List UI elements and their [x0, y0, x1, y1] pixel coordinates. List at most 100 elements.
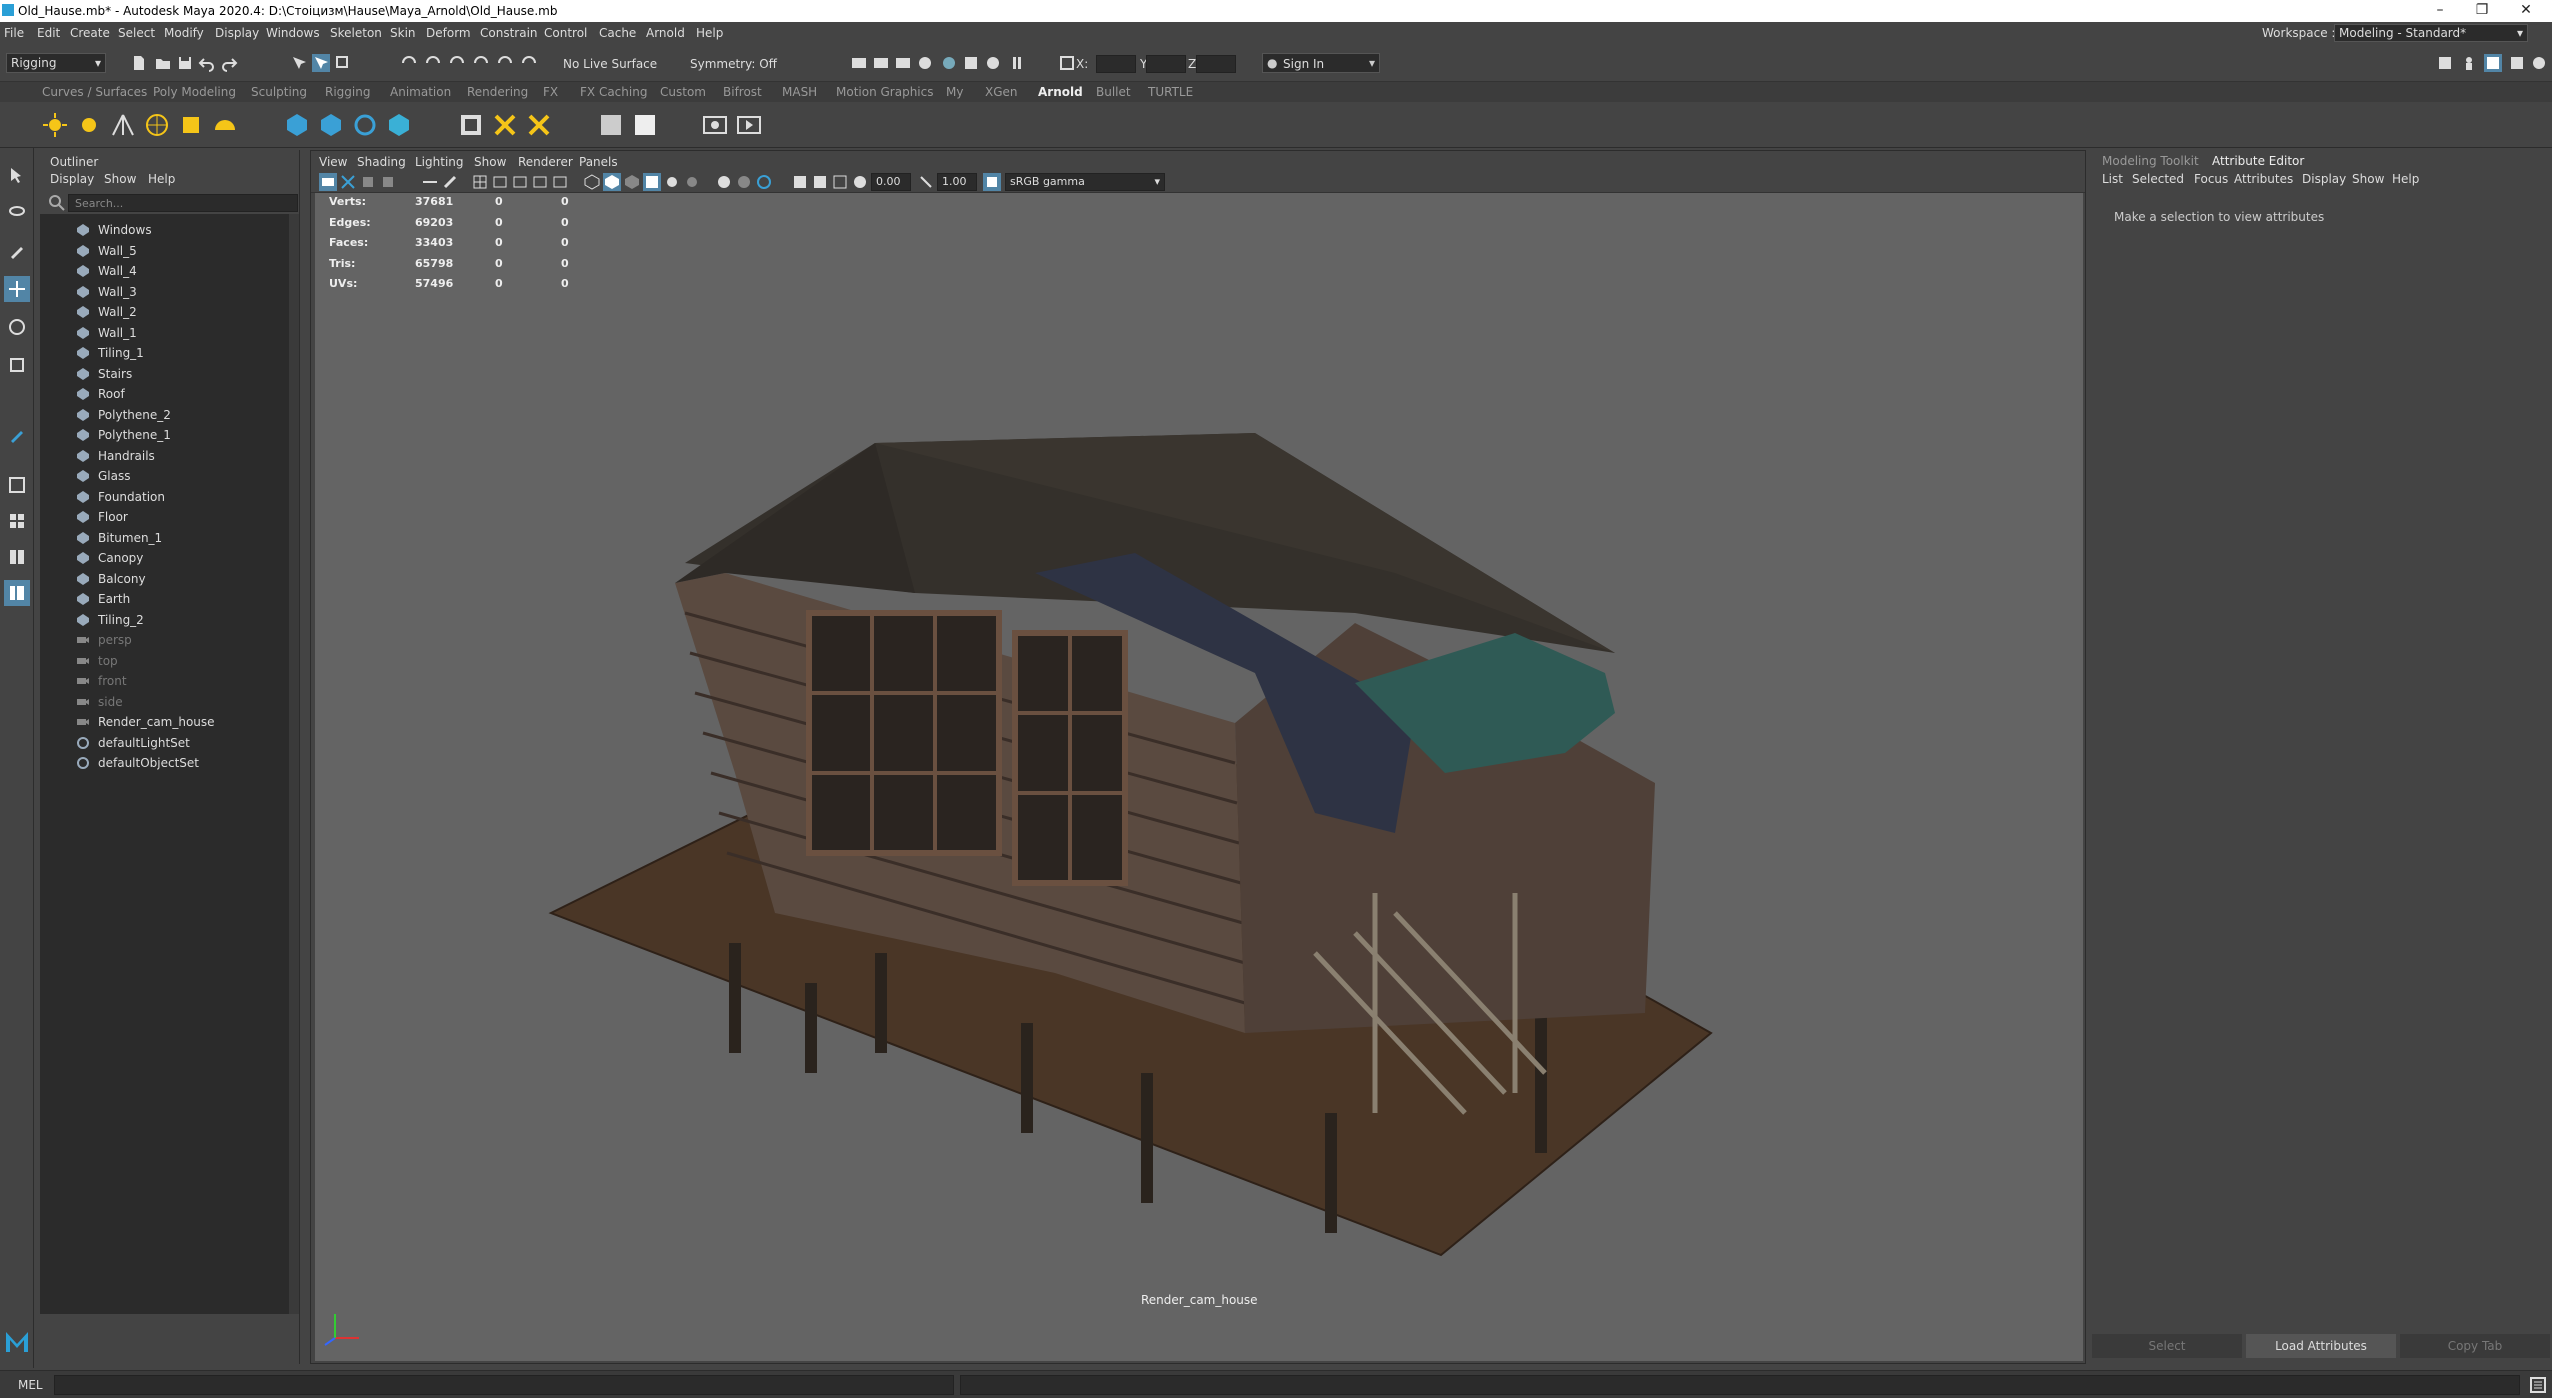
photometric-light-icon[interactable]	[108, 110, 138, 140]
grid-icon[interactable]	[471, 173, 489, 191]
pause-icon[interactable]	[1008, 54, 1026, 72]
outliner-item[interactable]: Polythene_1	[76, 425, 171, 445]
gate-mask-icon[interactable]	[531, 173, 549, 191]
shelf-tab-rigging[interactable]: Rigging	[325, 85, 370, 99]
ae-menu-list[interactable]: List	[2102, 172, 2123, 186]
outliner-menu-display[interactable]: Display	[50, 172, 94, 186]
load-attributes-button[interactable]: Load Attributes	[2246, 1334, 2396, 1358]
ae-menu-selected[interactable]: Selected	[2132, 172, 2184, 186]
snap-point-icon[interactable]	[448, 54, 466, 72]
twod-pan-zoom-icon[interactable]	[421, 173, 439, 191]
anti-aliasing-icon[interactable]	[831, 173, 849, 191]
shadows-icon[interactable]	[683, 173, 701, 191]
outliner-scrollbar[interactable]	[289, 214, 299, 1314]
outliner-layout-icon[interactable]	[4, 580, 30, 606]
outliner-item[interactable]: Wall_5	[76, 241, 137, 261]
lasso-tool-icon[interactable]	[4, 200, 30, 226]
toggle-modeling-toolkit-icon[interactable]	[2436, 54, 2454, 72]
preview-icon[interactable]	[700, 110, 730, 140]
outliner-item[interactable]: Render_cam_house	[76, 712, 215, 732]
shelf-tab-fx[interactable]: FX	[543, 85, 558, 99]
minimize-button[interactable]: –	[2418, 2, 2462, 20]
ae-menu-attributes[interactable]: Attributes	[2234, 172, 2293, 186]
menu-windows[interactable]: Windows	[266, 26, 320, 40]
gamma-field[interactable]: 1.00	[937, 173, 977, 191]
outliner-item[interactable]: defaultObjectSet	[76, 753, 199, 773]
viewport-menu-panels[interactable]: Panels	[579, 155, 618, 169]
outliner-item[interactable]: Tiling_2	[76, 610, 144, 630]
smooth-shade-icon[interactable]	[603, 173, 621, 191]
menu-skeleton[interactable]: Skeleton	[330, 26, 382, 40]
symmetry-dropdown[interactable]: Symmetry: Off	[690, 57, 777, 71]
3d-viewport[interactable]: Verts: 37681 0 0 Edges: 69203 0 0 Faces: 33403 0 0 T…	[315, 193, 2083, 1361]
menu-display[interactable]: Display	[215, 26, 259, 40]
select-hierarchy-icon[interactable]	[290, 54, 308, 72]
view-transform-dropdown[interactable]: sRGB gamma ▾	[1005, 173, 1165, 191]
render-sequence-icon[interactable]	[872, 54, 890, 72]
house-model[interactable]	[315, 193, 2083, 1361]
outliner-item[interactable]: persp	[76, 630, 132, 650]
snap-live-icon[interactable]	[496, 54, 514, 72]
outliner-item[interactable]: Tiling_1	[76, 343, 144, 363]
outliner-item[interactable]: Wall_3	[76, 282, 137, 302]
ipr-render-icon[interactable]	[894, 54, 912, 72]
xray-icon[interactable]	[735, 173, 753, 191]
copy-tab-button[interactable]: Copy Tab	[2400, 1334, 2550, 1358]
viewport-menu-shading[interactable]: Shading	[357, 155, 406, 169]
four-view-layout-icon[interactable]	[4, 508, 30, 534]
select-component-icon[interactable]	[334, 54, 352, 72]
snap-grid-icon[interactable]	[400, 54, 418, 72]
save-scene-icon[interactable]	[176, 54, 194, 72]
image-plane-icon[interactable]	[379, 173, 397, 191]
shelf-tab-arnold[interactable]: Arnold	[1038, 85, 1083, 99]
shelf-tab-curves-surfaces[interactable]: Curves / Surfaces	[42, 85, 147, 99]
viewport-menu-view[interactable]: View	[319, 155, 347, 169]
shelf-tab-animation[interactable]: Animation	[390, 85, 451, 99]
outliner-item[interactable]: Floor	[76, 507, 128, 527]
camera-attributes-icon[interactable]	[339, 173, 357, 191]
hypershade-icon[interactable]	[940, 54, 958, 72]
outliner-item[interactable]: Windows	[76, 220, 152, 240]
outliner-item[interactable]: Glass	[76, 466, 131, 486]
outliner-item[interactable]: Roof	[76, 384, 125, 404]
color-management-icon[interactable]	[983, 173, 1001, 191]
rotate-tool-icon[interactable]	[4, 314, 30, 340]
viewport-menu-renderer[interactable]: Renderer	[518, 155, 573, 169]
shader-ball-icon[interactable]	[596, 110, 626, 140]
toggle-attribute-editor-icon[interactable]	[2484, 54, 2502, 72]
snap-curve-icon[interactable]	[424, 54, 442, 72]
mel-input[interactable]	[54, 1375, 954, 1395]
checker-shader-icon[interactable]	[630, 110, 660, 140]
select-button[interactable]: Select	[2092, 1334, 2242, 1358]
workspace-dropdown[interactable]: Modeling - Standard* ▾	[2334, 24, 2528, 42]
flush-cache-icon[interactable]	[524, 110, 554, 140]
menu-set-dropdown[interactable]: Rigging ▾	[6, 53, 106, 73]
tab-modeling-toolkit[interactable]: Modeling Toolkit	[2102, 154, 2199, 168]
move-tool-icon[interactable]	[4, 276, 30, 302]
shelf-tab-fx-caching[interactable]: FX Caching	[580, 85, 647, 99]
create-standin-icon[interactable]	[282, 110, 312, 140]
viewport-menu-show[interactable]: Show	[474, 155, 506, 169]
menu-deform[interactable]: Deform	[426, 26, 471, 40]
new-scene-icon[interactable]	[130, 54, 148, 72]
ae-menu-focus[interactable]: Focus	[2194, 172, 2228, 186]
close-button[interactable]: ✕	[2504, 2, 2548, 20]
shelf-tab-rendering[interactable]: Rendering	[467, 85, 528, 99]
outliner-item[interactable]: top	[76, 651, 118, 671]
last-tool-icon[interactable]	[4, 422, 30, 448]
isolate-select-icon[interactable]	[715, 173, 733, 191]
transform-mode-icon[interactable]	[1058, 54, 1076, 72]
outliner-menu-show[interactable]: Show	[104, 172, 136, 186]
toggle-tool-settings-icon[interactable]	[2508, 54, 2526, 72]
toggle-character-controls-icon[interactable]	[2460, 54, 2478, 72]
gamma-icon[interactable]	[917, 173, 935, 191]
outliner-item[interactable]: Wall_1	[76, 323, 137, 343]
shelf-tab-sculpting[interactable]: Sculpting	[251, 85, 307, 99]
outliner-item[interactable]: defaultLightSet	[76, 733, 190, 753]
menu-select[interactable]: Select	[118, 26, 155, 40]
menu-constrain[interactable]: Constrain	[480, 26, 538, 40]
outliner-item[interactable]: front	[76, 671, 127, 691]
menu-arnold[interactable]: Arnold	[646, 26, 685, 40]
outliner-item[interactable]: Wall_2	[76, 302, 137, 322]
curve-collector-icon[interactable]	[350, 110, 380, 140]
